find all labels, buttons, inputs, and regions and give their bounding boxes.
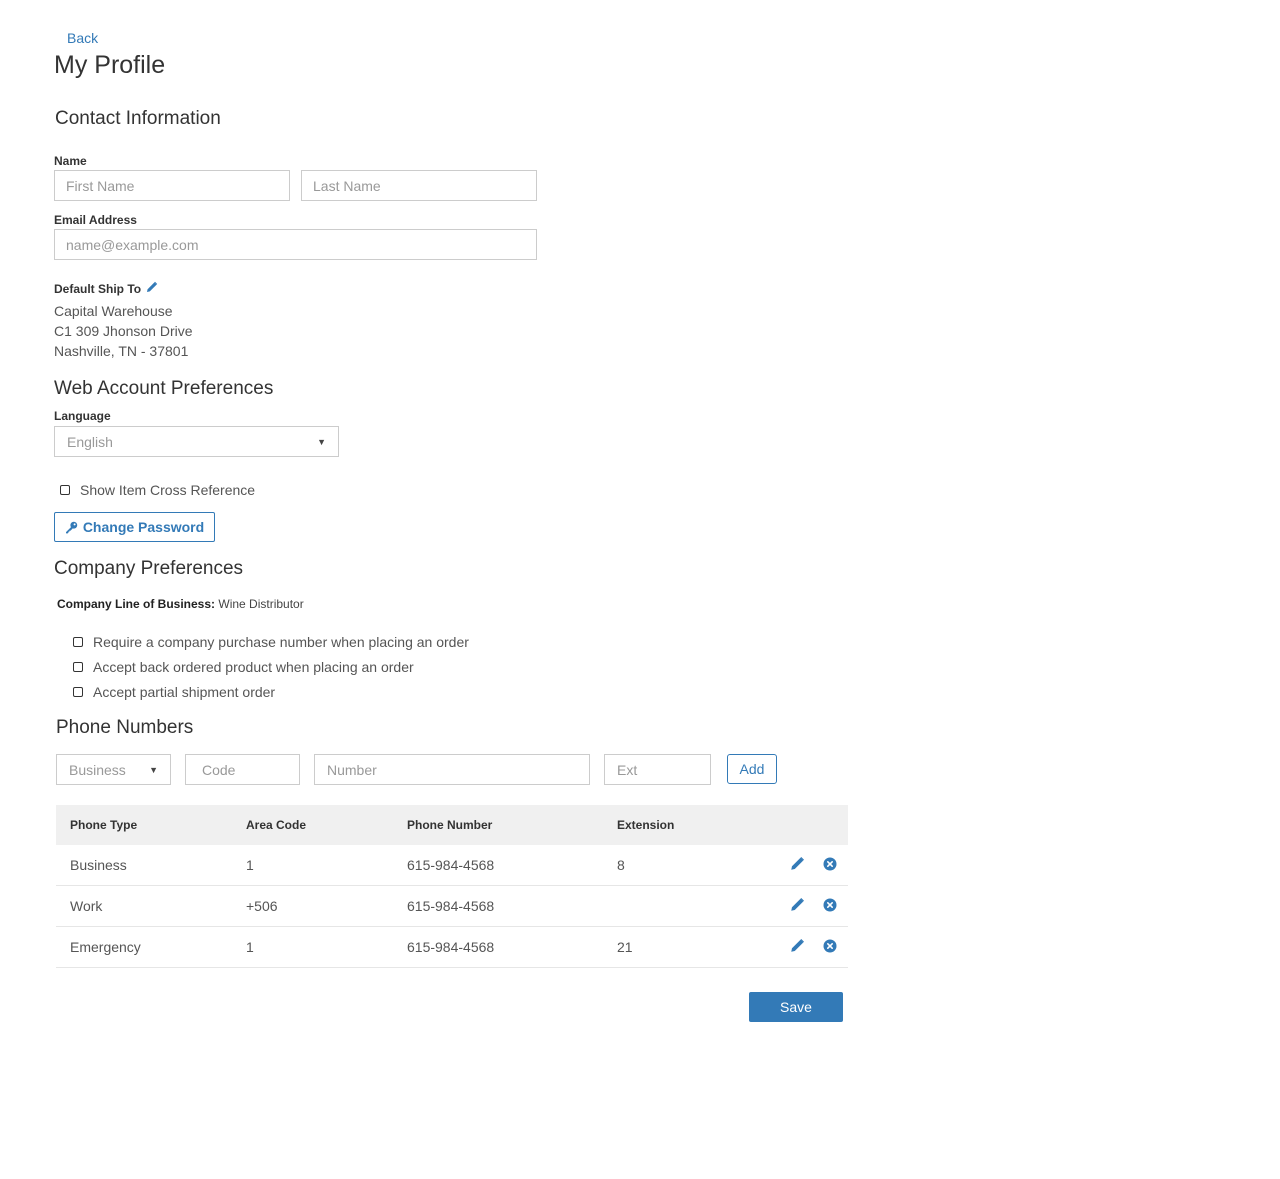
column-header-actions (767, 805, 848, 845)
language-label: Language (54, 409, 111, 423)
close-circle-icon[interactable] (823, 939, 837, 956)
phone-number-input[interactable] (314, 754, 590, 785)
area-code-input[interactable] (185, 754, 300, 785)
column-header: Area Code (246, 805, 407, 845)
caret-down-icon: ▼ (149, 764, 158, 775)
contact-heading: Contact Information (55, 108, 221, 129)
address-line: C1 309 Jhonson Drive (54, 323, 193, 339)
close-circle-icon[interactable] (823, 857, 837, 874)
row-actions (767, 845, 848, 886)
ship-to-address: Capital Warehouse C1 309 Jhonson Drive N… (54, 301, 193, 361)
lob-label: Company Line of Business: (57, 597, 216, 611)
company-option-row: Accept partial shipment order (73, 684, 275, 700)
extension-input[interactable] (604, 754, 711, 785)
language-select[interactable]: English ▼ (54, 426, 339, 457)
phones-heading: Phone Numbers (56, 717, 194, 738)
phone-number-cell: 615-984-4568 (407, 845, 617, 886)
table-row: Business 1 615-984-4568 8 (56, 845, 848, 886)
row-actions (767, 885, 848, 927)
pencil-icon[interactable] (790, 938, 805, 956)
extension-cell (617, 885, 767, 927)
extension-cell: 8 (617, 845, 767, 886)
save-button[interactable]: Save (749, 992, 843, 1022)
ship-to-label-row: Default Ship To (54, 281, 158, 296)
company-option-label: Require a company purchase number when p… (93, 634, 469, 650)
address-line: Capital Warehouse (54, 303, 173, 319)
pencil-icon[interactable] (146, 281, 158, 296)
change-password-label: Change Password (82, 519, 205, 535)
cross-ref-checkbox[interactable] (60, 485, 70, 495)
close-circle-icon[interactable] (823, 898, 837, 915)
change-password-button[interactable]: Change Password (54, 512, 215, 542)
company-option-label: Accept partial shipment order (93, 684, 276, 700)
table-row: Work +506 615-984-4568 (56, 885, 848, 927)
company-option-row: Accept back ordered product when placing… (73, 659, 414, 675)
name-label: Name (54, 154, 87, 168)
line-of-business: Company Line of Business: Wine Distribut… (57, 597, 304, 611)
language-value: English (67, 433, 113, 450)
cross-ref-row: Show Item Cross Reference (60, 482, 255, 498)
phone-type-cell: Business (56, 845, 246, 886)
back-link[interactable]: Back (67, 30, 98, 46)
first-name-input[interactable] (54, 170, 290, 201)
email-label: Email Address (54, 213, 137, 227)
phone-number-cell: 615-984-4568 (407, 885, 617, 927)
pencil-icon[interactable] (790, 897, 805, 915)
phone-type-select[interactable]: Business ▼ (56, 754, 171, 785)
company-option-row: Require a company purchase number when p… (73, 634, 469, 650)
area-code-cell: 1 (246, 926, 407, 968)
phone-table: Phone Type Area Code Phone Number Extens… (56, 805, 848, 968)
row-actions (767, 926, 848, 968)
last-name-input[interactable] (301, 170, 537, 201)
phone-type-cell: Work (56, 885, 246, 927)
company-prefs-heading: Company Preferences (54, 558, 244, 579)
page-title: My Profile (54, 51, 166, 79)
phone-number-cell: 615-984-4568 (407, 926, 617, 968)
column-header: Extension (617, 805, 767, 845)
phone-type-value: Business (69, 761, 126, 778)
area-code-cell: 1 (246, 845, 407, 886)
key-icon (65, 521, 78, 534)
lob-value: Wine Distributor (218, 597, 304, 611)
require-po-checkbox[interactable] (73, 637, 83, 647)
ship-to-label: Default Ship To (54, 281, 142, 296)
table-header-row: Phone Type Area Code Phone Number Extens… (56, 805, 848, 845)
address-line: Nashville, TN - 37801 (54, 343, 189, 359)
phone-type-cell: Emergency (56, 926, 246, 968)
caret-down-icon: ▼ (317, 436, 326, 447)
web-prefs-heading: Web Account Preferences (54, 378, 274, 399)
email-input[interactable] (54, 229, 537, 260)
column-header: Phone Type (56, 805, 246, 845)
extension-cell: 21 (617, 926, 767, 968)
column-header: Phone Number (407, 805, 617, 845)
area-code-cell: +506 (246, 885, 407, 927)
company-option-label: Accept back ordered product when placing… (93, 659, 414, 675)
table-row: Emergency 1 615-984-4568 21 (56, 926, 848, 968)
add-phone-button[interactable]: Add (727, 754, 777, 784)
partial-shipment-checkbox[interactable] (73, 687, 83, 697)
back-order-checkbox[interactable] (73, 662, 83, 672)
pencil-icon[interactable] (790, 856, 805, 874)
cross-ref-label: Show Item Cross Reference (80, 482, 256, 498)
